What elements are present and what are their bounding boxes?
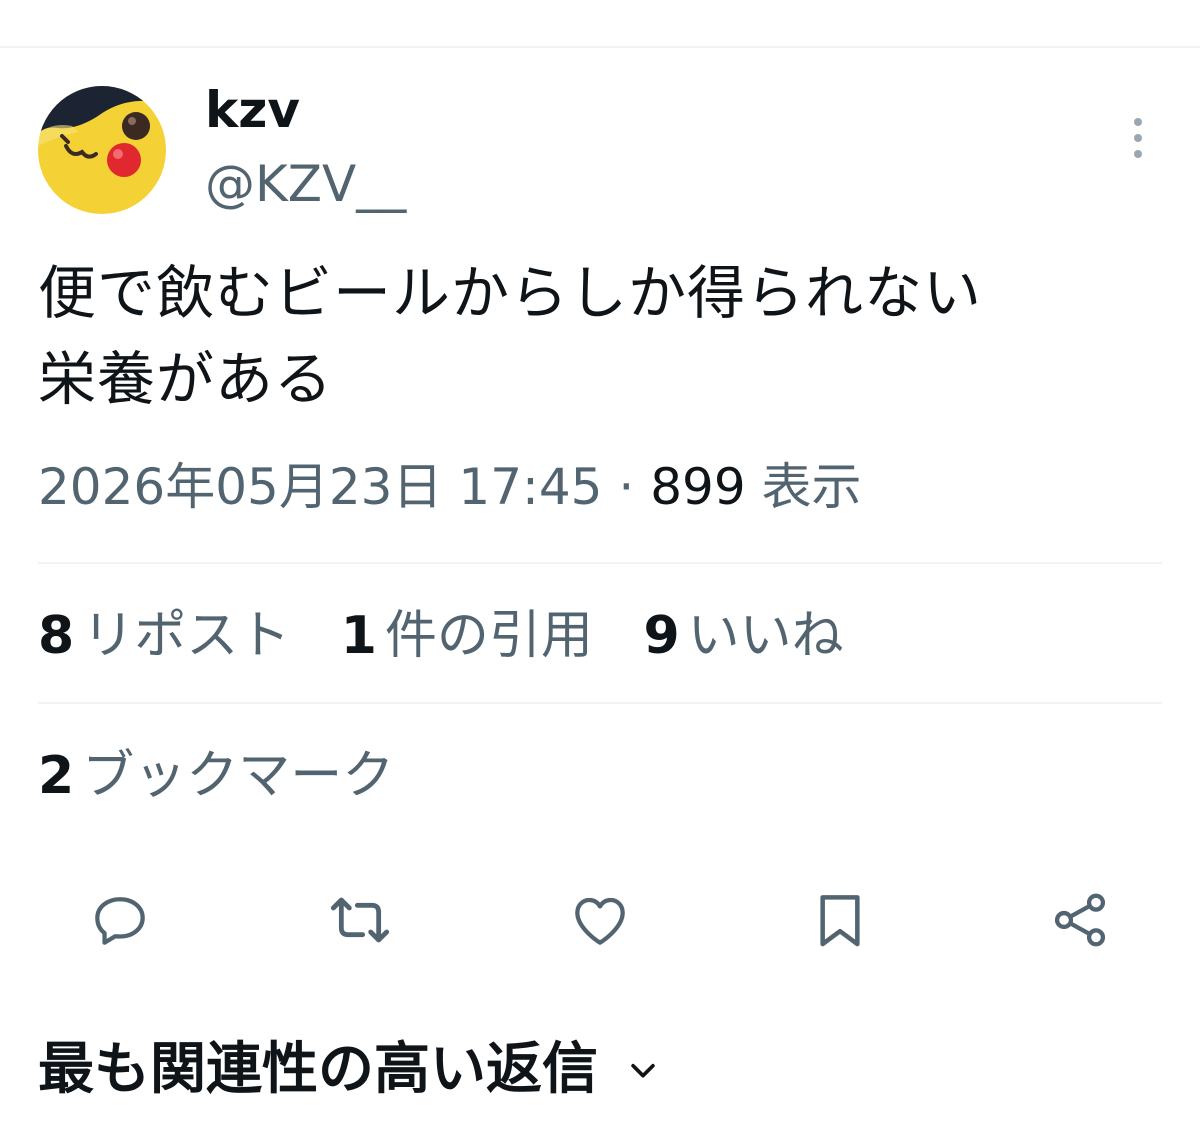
more-dot-icon bbox=[1134, 134, 1142, 142]
views-label: 表示 bbox=[761, 458, 862, 516]
bookmark-button[interactable] bbox=[800, 880, 880, 960]
tweet-text-line: 便で飲むビールからしか得られない bbox=[38, 259, 983, 327]
action-bar bbox=[0, 880, 1200, 960]
tweet-text: 便で飲むビールからしか得られない 栄養がある bbox=[38, 250, 1168, 422]
meta-separator: · bbox=[618, 458, 635, 516]
reposts-label: リポスト bbox=[82, 606, 291, 666]
display-name[interactable]: kzv bbox=[205, 78, 300, 142]
share-icon bbox=[1054, 893, 1106, 947]
reply-button[interactable] bbox=[80, 880, 160, 960]
engagement-stats: 8 リポスト 1 件の引用 9 いいね bbox=[38, 598, 878, 674]
like-button[interactable] bbox=[560, 880, 640, 960]
chevron-down-icon bbox=[626, 1053, 660, 1087]
tweet-text-line: 栄養がある bbox=[38, 345, 334, 413]
quotes-stat[interactable]: 1 件の引用 bbox=[341, 598, 593, 674]
avatar[interactable] bbox=[38, 86, 166, 214]
views-count: 899 bbox=[650, 458, 746, 516]
retweet-icon bbox=[330, 897, 390, 943]
share-button[interactable] bbox=[1040, 880, 1120, 960]
quotes-label: 件の引用 bbox=[384, 606, 593, 666]
reposts-stat[interactable]: 8 リポスト bbox=[38, 598, 290, 674]
divider bbox=[38, 562, 1162, 564]
replies-header-label: 最も関連性の高い返信 bbox=[38, 1037, 598, 1102]
bookmark-icon bbox=[820, 895, 860, 947]
heart-icon bbox=[575, 897, 625, 945]
likes-stat[interactable]: 9 いいね bbox=[643, 598, 843, 674]
quotes-count: 1 bbox=[340, 606, 377, 666]
bookmarks-label: ブックマーク bbox=[82, 746, 395, 806]
replies-sort-dropdown[interactable]: 最も関連性の高い返信 bbox=[38, 1030, 660, 1110]
tweet-meta: 2026年05月23日 17:45 · 899 表示 bbox=[38, 452, 862, 522]
likes-label: いいね bbox=[687, 606, 844, 666]
more-dot-icon bbox=[1134, 150, 1142, 158]
more-dot-icon bbox=[1134, 118, 1142, 126]
bookmarks-count: 2 bbox=[38, 746, 75, 806]
divider bbox=[38, 702, 1162, 704]
retweet-button[interactable] bbox=[320, 880, 400, 960]
timestamp[interactable]: 2026年05月23日 17:45 bbox=[38, 458, 602, 516]
likes-count: 9 bbox=[643, 606, 680, 666]
more-options-button[interactable] bbox=[1118, 112, 1158, 164]
reposts-count: 8 bbox=[38, 606, 75, 666]
reply-icon bbox=[95, 897, 145, 945]
top-divider bbox=[0, 46, 1200, 48]
avatar-character-icon bbox=[38, 86, 166, 214]
bookmarks-stat[interactable]: 2 ブックマーク bbox=[38, 738, 428, 814]
user-handle[interactable]: @KZV__ bbox=[205, 152, 406, 216]
